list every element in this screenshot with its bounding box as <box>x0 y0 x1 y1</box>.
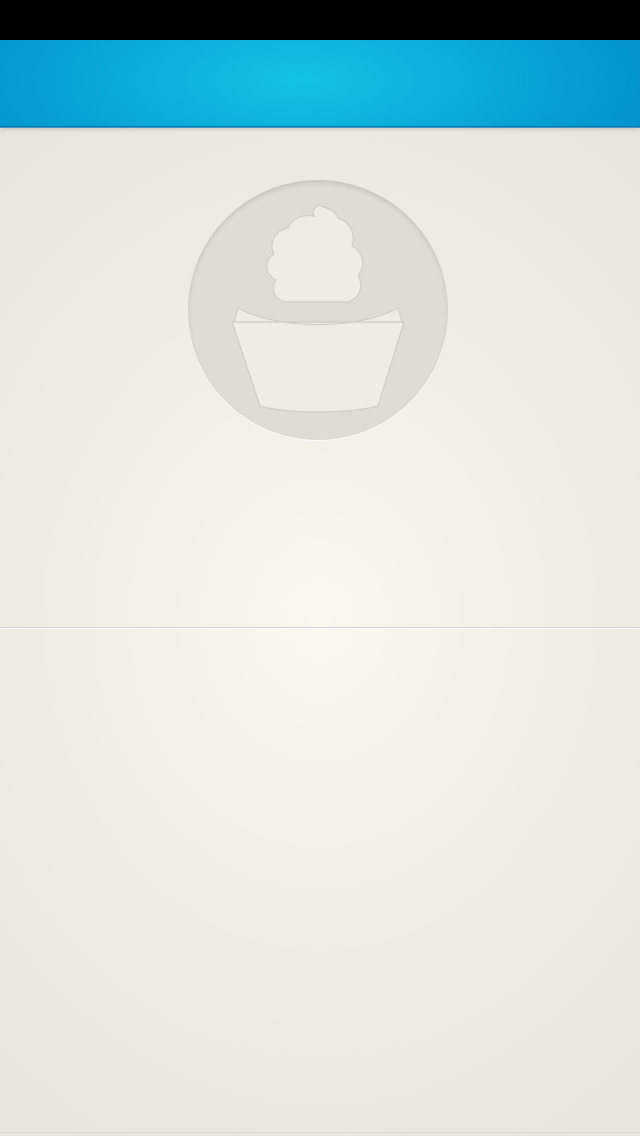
section-divider <box>0 627 640 628</box>
cupcake-icon <box>231 204 405 413</box>
app-screen <box>0 0 640 1136</box>
status-bar <box>0 0 640 40</box>
bottom-divider <box>0 1132 640 1133</box>
avatar-placeholder[interactable] <box>188 180 448 440</box>
navigation-bar <box>0 40 640 128</box>
